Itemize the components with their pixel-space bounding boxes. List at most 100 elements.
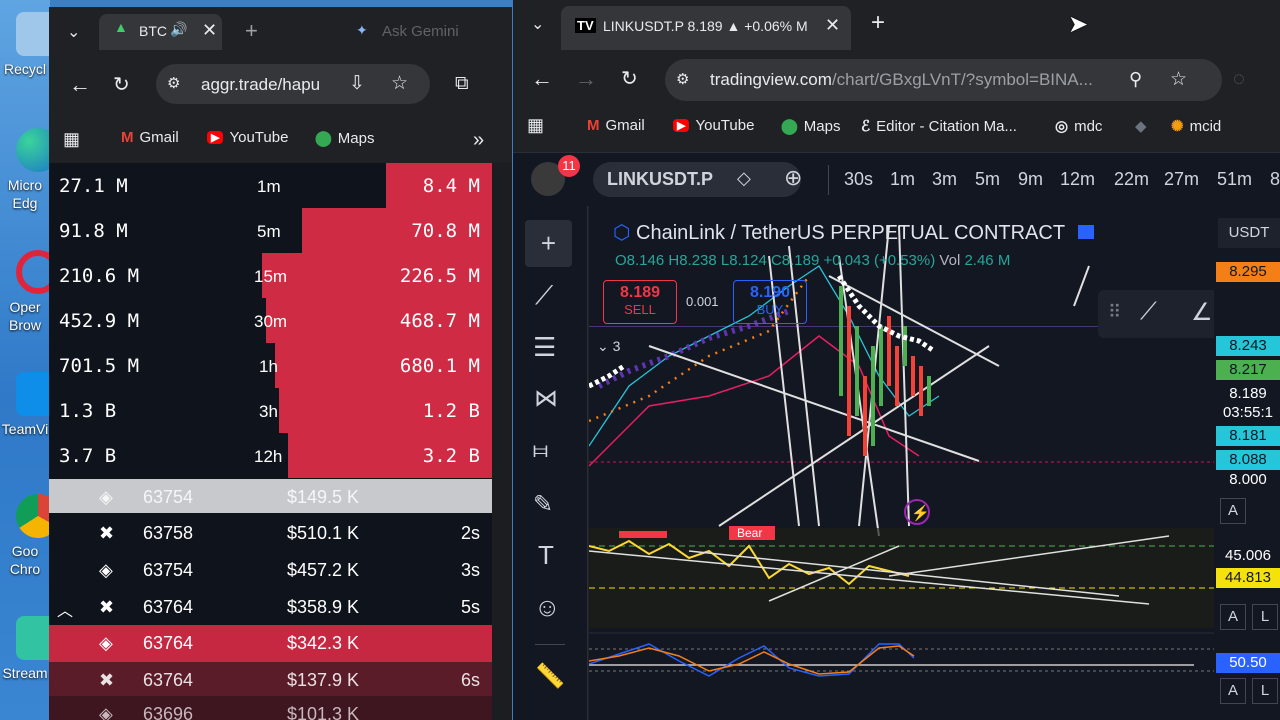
new-tab-icon[interactable]: + bbox=[871, 9, 885, 37]
edge-shortcut[interactable]: Micro Edg bbox=[0, 128, 60, 212]
buy-volume: 452.9 M bbox=[59, 310, 140, 332]
pattern-tool-icon[interactable]: ⋈ bbox=[534, 384, 558, 413]
auto-scale-button-2[interactable]: A bbox=[1220, 604, 1246, 630]
collapse-chevron-icon[interactable]: ︿ bbox=[57, 597, 73, 621]
tab-search-chevron-icon[interactable]: ⌄ bbox=[531, 14, 544, 34]
opera-shortcut[interactable]: Oper Brow bbox=[0, 250, 60, 334]
compare-add-icon[interactable]: ⊕ bbox=[784, 165, 802, 191]
timeframe-button[interactable]: 9m bbox=[1018, 169, 1043, 190]
price-scale-label: 50.50 bbox=[1216, 653, 1280, 673]
forward-icon[interactable]: → bbox=[575, 66, 597, 92]
crosshair-tool-icon[interactable]: + bbox=[525, 220, 572, 267]
tab-close-icon[interactable]: ✕ bbox=[825, 15, 840, 36]
bookmark-maps[interactable]: ⬤ Maps bbox=[781, 117, 841, 136]
bookmark-mcid[interactable]: ✺ mcid bbox=[1171, 117, 1221, 136]
ray-tool-icon[interactable]: ⟋ bbox=[1140, 298, 1157, 326]
symbol-search[interactable]: LINKUSDT.P ◇ bbox=[593, 162, 801, 197]
trendline-tool-icon[interactable]: ⟋ bbox=[535, 280, 553, 312]
reload-icon[interactable]: ↻ bbox=[621, 66, 638, 91]
bookmark-editor[interactable]: ℰ Editor - Citation Ma... bbox=[861, 117, 1017, 136]
price-chart[interactable]: Bear ⚡ ⬡ ChainLink / TetherUS PERPETUAL … bbox=[589, 206, 1214, 720]
back-icon[interactable]: ← bbox=[531, 66, 553, 92]
bookmark-youtube[interactable]: ▶ YouTube bbox=[207, 129, 288, 146]
text-tool-icon[interactable]: T bbox=[538, 540, 554, 571]
timeframe-button[interactable]: 30s bbox=[844, 169, 873, 190]
bookmark-star-icon[interactable]: ☆ bbox=[1170, 68, 1187, 91]
chrome-shortcut[interactable]: Goo Chro bbox=[0, 494, 60, 578]
bookmark-blank[interactable]: ◆ bbox=[1135, 117, 1147, 135]
bookmark-mdc[interactable]: ◎ mdc bbox=[1055, 117, 1102, 136]
tab-close-icon[interactable]: ✕ bbox=[202, 20, 217, 41]
price-scale-label: 8.088 bbox=[1216, 450, 1280, 470]
buy-button[interactable]: 8.190 BUY bbox=[733, 280, 807, 324]
log-scale-button[interactable]: L bbox=[1252, 604, 1278, 630]
right-active-tab[interactable]: TV LINKUSDT.P 8.189 ▲ +0.06% M ✕ bbox=[561, 6, 851, 50]
install-app-icon[interactable]: ⇩ bbox=[349, 72, 365, 95]
bookmark-star-icon[interactable]: ☆ bbox=[391, 72, 408, 95]
audio-icon[interactable]: 🔊 bbox=[170, 21, 187, 38]
timeframe-button[interactable]: 3m bbox=[932, 169, 957, 190]
log-scale-button-2[interactable]: L bbox=[1252, 678, 1278, 704]
left-url[interactable]: aggr.trade/hapu bbox=[201, 75, 320, 95]
right-tab-strip: ⌄ TV LINKUSDT.P 8.189 ▲ +0.06% M ✕ + bbox=[513, 0, 1280, 50]
diamond-icon[interactable]: ◇ bbox=[737, 168, 751, 189]
bookmark-gmail[interactable]: M Gmail bbox=[121, 129, 179, 146]
timeframe-button[interactable]: 1m bbox=[890, 169, 915, 190]
timeframe-button[interactable]: 22m bbox=[1114, 169, 1149, 190]
site-info-icon[interactable]: ⚙ bbox=[167, 74, 180, 92]
brush-tool-icon[interactable]: ✎ bbox=[533, 490, 553, 519]
right-url[interactable]: tradingview.com/chart/GBxgLVnT/?symbol=B… bbox=[710, 70, 1093, 90]
bookmark-gmail-label: Gmail bbox=[605, 117, 645, 134]
back-icon[interactable]: ← bbox=[69, 72, 91, 98]
apps-grid-icon[interactable]: ▦ bbox=[527, 115, 544, 136]
ask-gemini-button[interactable]: Ask Gemini bbox=[382, 23, 459, 40]
left-tab-strip: ⌄ ▲ BTC 🔊 ✕ + ✦ Ask Gemini bbox=[49, 7, 512, 56]
apps-grid-icon[interactable]: ▦ bbox=[63, 129, 80, 150]
indicators-collapse[interactable]: ⌄ 3 bbox=[597, 338, 620, 355]
bookmark-youtube-label: YouTube bbox=[229, 129, 289, 146]
forecast-tool-icon[interactable]: ⧦ bbox=[533, 436, 548, 464]
right-address-bar[interactable]: ⚙ tradingview.com/chart/GBxgLVnT/?symbol… bbox=[665, 59, 1222, 101]
price-scale-label: 8.000 bbox=[1216, 470, 1280, 490]
ruler-tool-icon[interactable]: 📏 bbox=[535, 662, 565, 691]
left-scrollbar[interactable] bbox=[492, 163, 512, 720]
trade-price: 63754 bbox=[143, 560, 194, 580]
zoom-icon[interactable]: ⚲ bbox=[1129, 69, 1142, 90]
flag-icon[interactable] bbox=[1078, 225, 1095, 239]
left-bookmarks-bar: ▦ M Gmail ▶ YouTube ⬤ Maps » bbox=[49, 117, 512, 163]
streamlabs-shortcut[interactable]: Stream bbox=[0, 616, 60, 682]
emoji-tool-icon[interactable]: ☺ bbox=[534, 592, 561, 623]
left-address-bar[interactable]: ⚙ aggr.trade/hapu ⇩ ☆ bbox=[156, 64, 430, 104]
youtube-icon: ▶ bbox=[673, 119, 690, 132]
drag-handle-icon[interactable]: ⠿ bbox=[1108, 302, 1121, 323]
recycle-bin[interactable]: Recycl bbox=[0, 12, 60, 78]
fib-tool-icon[interactable]: ☰ bbox=[533, 332, 556, 363]
bookmark-maps-label: Maps bbox=[803, 117, 841, 135]
bookmark-youtube[interactable]: ▶ YouTube bbox=[673, 117, 754, 134]
currency-selector[interactable]: USDT bbox=[1218, 218, 1280, 248]
price-scale-label: 03:55:1 bbox=[1216, 403, 1280, 423]
bookmark-gmail[interactable]: M Gmail bbox=[587, 117, 645, 134]
timeframe-button[interactable]: 5m bbox=[975, 169, 1000, 190]
buy-volume: 91.8 M bbox=[59, 220, 128, 242]
teamviewer-shortcut[interactable]: TeamVi bbox=[0, 372, 60, 438]
timeframe-button[interactable]: 8 bbox=[1270, 169, 1280, 190]
price-scale[interactable]: USDT 8.295 8.243 8.217 8.189 03:55:1 8.181 8.0… bbox=[1214, 206, 1280, 720]
bookmark-maps[interactable]: ⬤ Maps bbox=[315, 129, 374, 148]
angle-tool-icon[interactable]: ∠ bbox=[1191, 298, 1213, 327]
sell-button[interactable]: 8.189 SELL bbox=[603, 280, 677, 324]
sync-icon[interactable]: ◌ bbox=[1233, 68, 1245, 91]
tab-search-chevron-icon[interactable]: ⌄ bbox=[67, 22, 80, 42]
extensions-icon[interactable]: ⧉ bbox=[455, 73, 469, 95]
timeframe-button[interactable]: 12m bbox=[1060, 169, 1095, 190]
auto-scale-button[interactable]: A bbox=[1220, 498, 1246, 524]
auto-scale-button-3[interactable]: A bbox=[1220, 678, 1246, 704]
timeframe-button[interactable]: 27m bbox=[1164, 169, 1199, 190]
new-tab-icon[interactable]: + bbox=[245, 18, 258, 44]
more-bookmarks-icon[interactable]: » bbox=[473, 129, 484, 152]
trade-amount: $149.5 K bbox=[287, 487, 360, 507]
mcid-icon: ✺ bbox=[1171, 118, 1184, 135]
reload-icon[interactable]: ↻ bbox=[113, 72, 130, 97]
timeframe-button[interactable]: 51m bbox=[1217, 169, 1252, 190]
site-info-icon[interactable]: ⚙ bbox=[676, 70, 689, 88]
